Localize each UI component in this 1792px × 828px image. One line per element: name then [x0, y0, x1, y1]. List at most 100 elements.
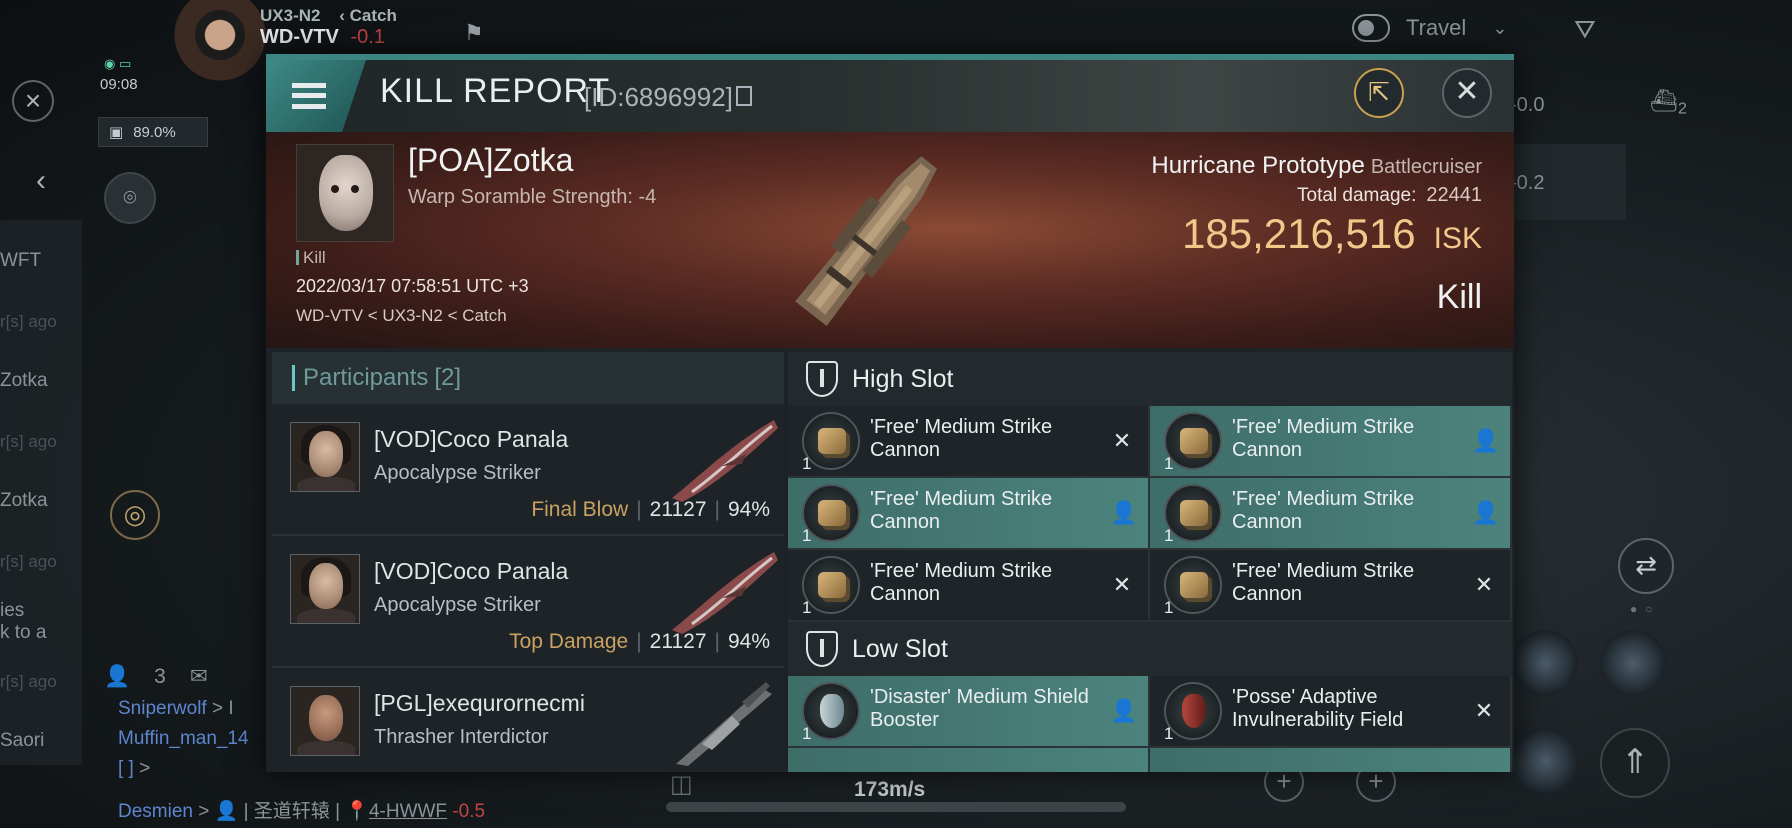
chat-message[interactable]: Sniperwolf > I — [118, 698, 234, 720]
high-slot-header: High Slot — [788, 352, 1512, 406]
close-button[interactable]: ✕ — [1442, 68, 1492, 118]
participant-role: Top Damage — [509, 630, 629, 653]
menu-button[interactable] — [266, 60, 366, 132]
victim-name[interactable]: [POA]Zotka — [408, 142, 573, 179]
module-qty: 1 — [1164, 598, 1174, 617]
dialog-header: KILL REPORT [ID:6896992] ⇱ ✕ — [266, 54, 1514, 132]
total-damage: Total damage: 22441 — [1297, 184, 1482, 207]
participant-ship-image — [672, 552, 778, 634]
target-icon[interactable]: ◎ — [110, 490, 160, 540]
system-name: WD-VTV — [260, 26, 339, 48]
overview-value: -0.2 — [1510, 172, 1545, 194]
ships-icon[interactable]: ⛴2 — [1650, 88, 1687, 118]
kill-result: Kill — [1436, 278, 1482, 316]
module-item[interactable] — [788, 748, 1150, 772]
victim-ship[interactable]: Hurricane Prototype Battlecruiser — [1151, 152, 1482, 180]
module-name: 'Free' Medium Strike Cannon — [1232, 416, 1415, 461]
victim-portrait[interactable] — [296, 144, 394, 242]
victim-banner: [POA]Zotka Warp Soramble Strength: -4 Ki… — [266, 132, 1514, 348]
participant-ship-image — [676, 682, 772, 766]
copy-icon[interactable] — [736, 86, 752, 106]
system-context: ‹ Catch — [339, 6, 397, 25]
module-item[interactable]: 1 'Posse' Adaptive Invulnerability Field… — [1150, 676, 1512, 748]
chevron-left-icon[interactable]: ‹ — [36, 164, 46, 198]
chat-message[interactable]: [ ] > — [118, 758, 150, 780]
kill-tag: Kill — [296, 248, 326, 268]
participant-card[interactable]: [VOD]Coco Panala Apocalypse Striker Fina… — [272, 404, 784, 536]
module-item[interactable]: 1 'Free' Medium Strike Cannon 👤 — [1150, 406, 1512, 478]
participant-portrait[interactable] — [290, 422, 360, 492]
chat-snippet: r[s] ago — [0, 432, 57, 451]
people-icon: 👤 — [104, 664, 131, 688]
ship-speed: 173m/s — [854, 778, 926, 801]
module-button[interactable] — [1600, 630, 1666, 696]
clock: 09:08 — [100, 76, 138, 93]
module-item[interactable]: 1 'Free' Medium Strike Cannon 👤 — [788, 478, 1150, 550]
overview-value: -0.0 — [1510, 94, 1545, 116]
chat-message[interactable]: Muffin_man_14 — [118, 728, 249, 750]
participants-panel: Participants [2] [VOD]Coco Panala Apocal… — [272, 352, 784, 772]
destroyed-icon: ✕ — [1112, 428, 1132, 453]
participant-ship: Thrasher Interdictor — [374, 726, 549, 748]
participant-name: [VOD]Coco Panala — [374, 426, 569, 452]
victim-ship-image — [795, 156, 938, 327]
participant-portrait[interactable] — [290, 686, 360, 756]
destroyed-icon: ✕ — [1474, 698, 1494, 723]
destroyed-icon: ✕ — [1112, 572, 1132, 597]
ship-class: Battlecruiser — [1370, 156, 1482, 178]
chat-message[interactable]: Desmien > 👤 | 圣道轩辕 | 📍4-HWWF -0.5 — [118, 796, 485, 823]
swap-icon[interactable]: ⇄ — [1618, 538, 1674, 594]
chat-snippet: r[s] ago — [0, 312, 57, 331]
participant-name: [PGL]exequrornecmi — [374, 690, 585, 716]
mail-icon[interactable]: ✉ — [190, 664, 208, 689]
isk-loss: 185,216,516 ISK — [1182, 210, 1482, 258]
participant-card[interactable]: [VOD]Coco Panala Apocalypse Striker Top … — [272, 536, 784, 668]
kill-location[interactable]: WD-VTV < UX3-N2 < Catch — [296, 306, 507, 326]
chat-snippet: WFT — [0, 250, 42, 271]
low-slot-label: Low Slot — [852, 634, 948, 663]
local-chat-bar[interactable]: 👤 3 ✉ — [104, 664, 207, 689]
scrollbar[interactable] — [666, 802, 1126, 812]
module-item[interactable]: 1 'Free' Medium Strike Cannon 👤 — [1150, 478, 1512, 550]
share-button[interactable]: ⇱ — [1354, 68, 1404, 118]
high-slot-label: High Slot — [852, 364, 954, 393]
travel-switch-icon — [1352, 14, 1390, 42]
cargo-icon: ▣ — [109, 124, 124, 141]
module-button[interactable] — [1512, 630, 1578, 696]
travel-toggle[interactable]: Travel ⌄ — [1352, 14, 1507, 42]
module-item[interactable]: 1 'Free' Medium Strike Cannon ✕ — [788, 550, 1150, 622]
warp-scramble-strength: Warp Soramble Strength: -4 — [408, 186, 657, 208]
module-item[interactable]: 1 'Free' Medium Strike Cannon ✕ — [1150, 550, 1512, 622]
module-qty: 1 — [802, 454, 812, 473]
chat-snippet: Saori — [0, 730, 45, 751]
participant-portrait[interactable] — [290, 554, 360, 624]
module-name: 'Free' Medium Strike Cannon — [870, 416, 1053, 461]
cargo-indicator[interactable]: ▣ 89.0% — [98, 117, 208, 147]
low-slot-grid: 1 'Disaster' Medium Shield Booster 👤 1 '… — [788, 676, 1512, 772]
current-system[interactable]: WD-VTV -0.1 — [260, 26, 385, 49]
module-item[interactable] — [1150, 748, 1512, 772]
chat-snippet: ies — [0, 600, 25, 621]
module-button[interactable] — [1512, 728, 1578, 794]
people-count: 3 — [154, 664, 166, 688]
autopilot-flag-icon[interactable]: ⚑ — [464, 20, 490, 45]
camera-icon[interactable]: ◫ — [670, 770, 693, 799]
participant-card[interactable]: [PGL]exequrornecmi Thrasher Interdictor — [272, 668, 784, 772]
hamburger-icon — [292, 83, 326, 109]
fittings-panel: High Slot 1 'Free' Medium Strike Cannon … — [788, 352, 1512, 772]
location-pin-icon[interactable]: ⌾ — [104, 172, 156, 224]
close-icon[interactable]: × — [12, 80, 54, 122]
module-qty: 1 — [1164, 526, 1174, 545]
chat-snippet: k to a — [0, 622, 47, 643]
module-item[interactable]: 1 'Free' Medium Strike Cannon ✕ — [788, 406, 1150, 478]
module-qty: 1 — [802, 526, 812, 545]
module-name: 'Free' Medium Strike Cannon — [870, 488, 1053, 533]
pilot-portrait[interactable] — [170, 0, 270, 100]
chevron-down-icon[interactable]: ⌄ — [1492, 18, 1507, 39]
participant-stats: Top Damage | 21127 | 94% — [509, 630, 770, 653]
filter-icon[interactable]: ⛛ — [1574, 14, 1604, 44]
module-name: 'Free' Medium Strike Cannon — [870, 560, 1053, 605]
warp-up-icon[interactable]: ⇑ — [1600, 728, 1670, 798]
module-item[interactable]: 1 'Disaster' Medium Shield Booster 👤 — [788, 676, 1150, 748]
chat-snippet: Zotka — [0, 490, 48, 511]
